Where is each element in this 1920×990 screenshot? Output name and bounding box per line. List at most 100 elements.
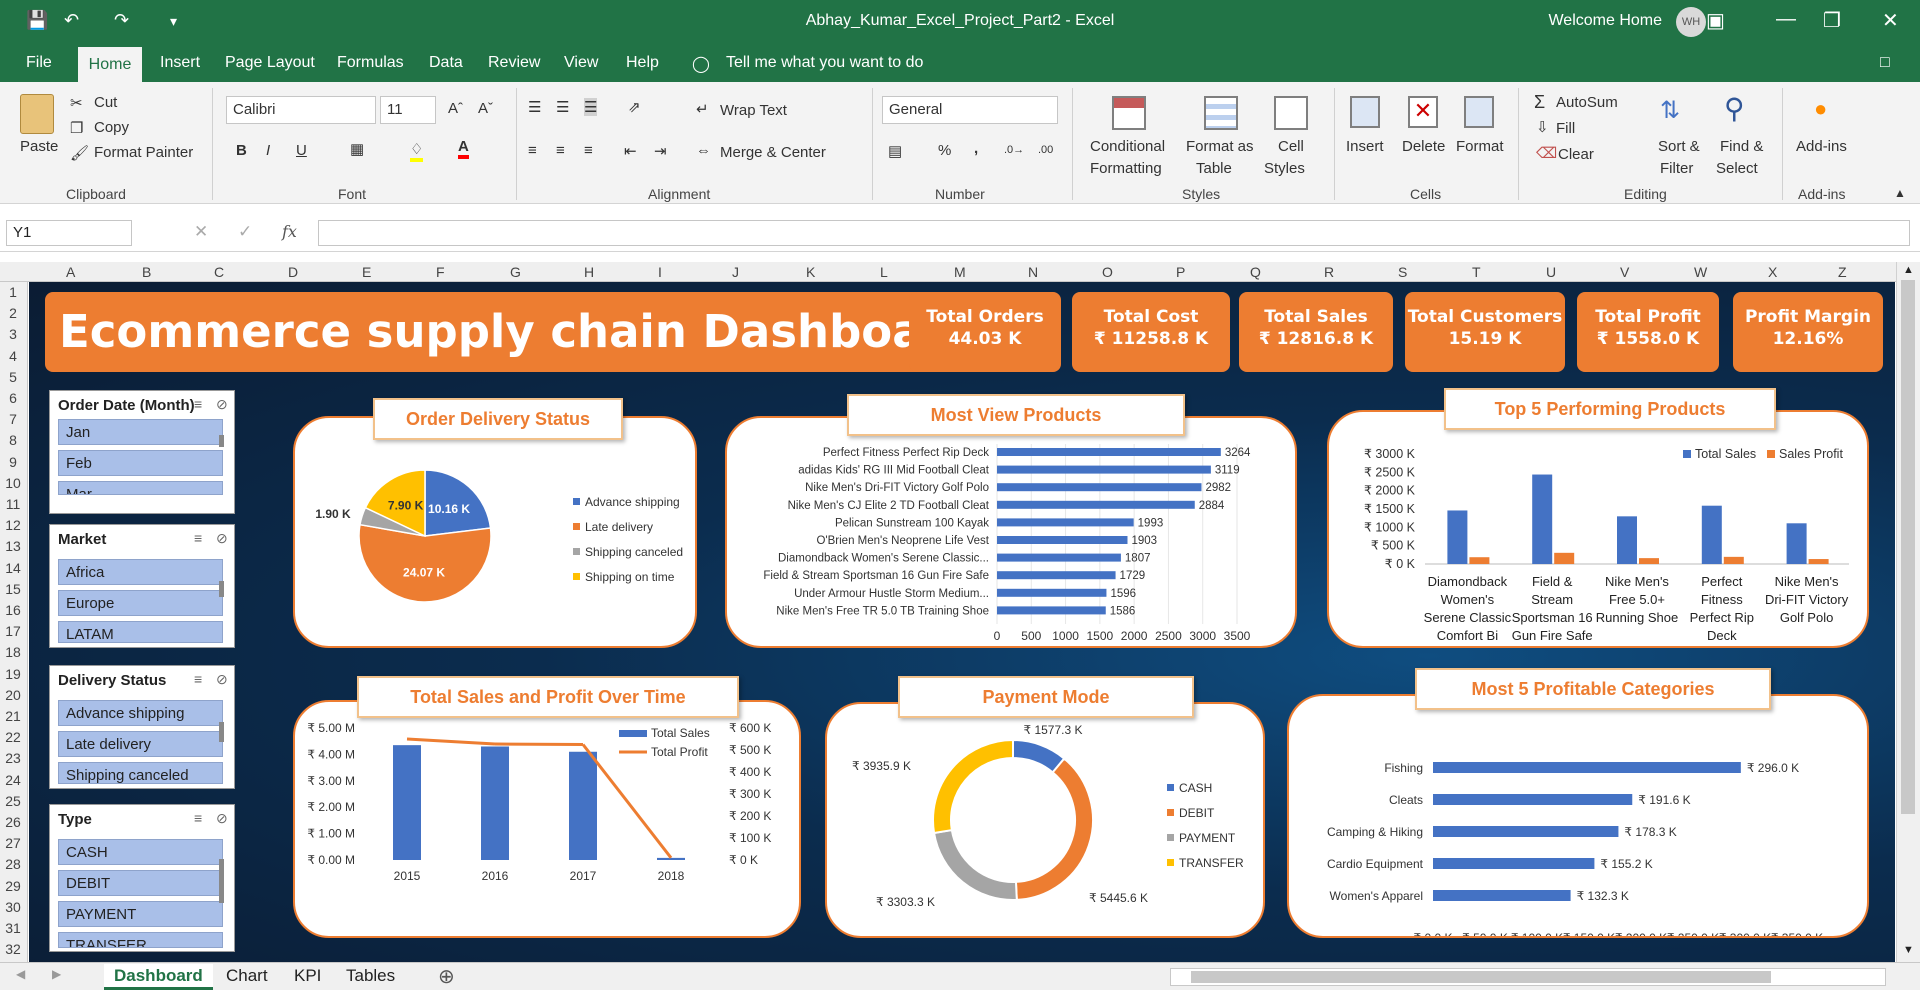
column-header[interactable]: T	[1472, 264, 1481, 280]
sort-filter-label[interactable]: Sort &	[1658, 138, 1700, 155]
format-as-table-label[interactable]: Format as	[1186, 138, 1254, 155]
slicer-item[interactable]: Europe	[58, 590, 223, 616]
align-middle-icon[interactable]: ☰	[556, 98, 569, 116]
cell-styles-icon[interactable]	[1274, 96, 1308, 130]
column-header[interactable]: O	[1102, 264, 1113, 280]
multi-select-icon[interactable]: ≡	[194, 530, 202, 546]
row-header[interactable]: 14	[0, 560, 26, 576]
sheet-tab-dashboard[interactable]: Dashboard	[104, 964, 213, 990]
slicer-scrollbar[interactable]	[219, 435, 224, 447]
wrap-text-icon[interactable]: ↵	[696, 100, 709, 118]
slicer-item[interactable]: DEBIT	[58, 870, 223, 896]
row-header[interactable]: 20	[0, 687, 26, 703]
tab-home[interactable]: Home	[78, 47, 142, 82]
tell-me-search[interactable]: Tell me what you want to do	[726, 54, 923, 72]
align-top-icon[interactable]: ☰	[528, 98, 541, 116]
add-sheet-icon[interactable]: ⊕	[438, 964, 455, 989]
font-size-select[interactable]: 11	[380, 96, 436, 124]
multi-select-icon[interactable]: ≡	[194, 671, 202, 687]
cell-styles-label-2[interactable]: Styles	[1264, 160, 1305, 177]
row-header[interactable]: 10	[0, 475, 26, 491]
column-header[interactable]: C	[214, 264, 224, 280]
grow-font-icon[interactable]: Aˆ	[448, 100, 463, 117]
horizontal-scrollbar[interactable]	[1170, 968, 1886, 986]
row-header[interactable]: 5	[0, 369, 26, 385]
merge-center-button[interactable]: Merge & Center	[720, 144, 826, 161]
find-select-label-2[interactable]: Select	[1716, 160, 1758, 177]
formula-input[interactable]	[318, 220, 1910, 246]
format-painter-button[interactable]: Format Painter	[94, 144, 193, 161]
slicer-market[interactable]: Market ≡ ⊘ Africa Europe LATAM	[49, 524, 235, 648]
tab-file[interactable]: File	[26, 54, 52, 72]
underline-button[interactable]: U	[296, 142, 307, 159]
conditional-formatting-label[interactable]: Conditional	[1090, 138, 1165, 155]
row-header[interactable]: 4	[0, 348, 26, 364]
bold-button[interactable]: B	[236, 142, 247, 159]
slicer-item[interactable]: Advance shipping	[58, 700, 223, 726]
column-header[interactable]: V	[1620, 264, 1629, 280]
slicer-item[interactable]: Late delivery	[58, 731, 223, 757]
sheet-tab-tables[interactable]: Tables	[336, 964, 405, 990]
slicer-item[interactable]: Feb	[58, 450, 223, 476]
slicer-item[interactable]: CASH	[58, 839, 223, 865]
shrink-font-icon[interactable]: Aˇ	[478, 100, 493, 117]
align-bottom-icon[interactable]: ☰	[584, 98, 598, 116]
slicer-type[interactable]: Type ≡ ⊘ CASH DEBIT PAYMENT TRANSFER	[49, 804, 235, 952]
row-header[interactable]: 23	[0, 750, 26, 766]
slicer-delivery-status[interactable]: Delivery Status ≡ ⊘ Advance shipping Lat…	[49, 665, 235, 789]
row-header[interactable]: 16	[0, 602, 26, 618]
sort-filter-label-2[interactable]: Filter	[1660, 160, 1693, 177]
row-header[interactable]: 9	[0, 454, 26, 470]
insert-cells-button[interactable]: Insert	[1346, 138, 1384, 155]
column-header[interactable]: K	[806, 264, 815, 280]
row-header[interactable]: 13	[0, 538, 26, 554]
row-header[interactable]: 32	[0, 941, 26, 957]
collapse-ribbon-icon[interactable]: ▲	[1894, 186, 1906, 200]
sheet-tab-kpi[interactable]: KPI	[284, 964, 331, 990]
tab-insert[interactable]: Insert	[160, 54, 200, 72]
format-cells-icon[interactable]	[1464, 96, 1494, 128]
number-format-select[interactable]: General	[882, 96, 1058, 124]
column-header[interactable]: G	[510, 264, 521, 280]
row-header[interactable]: 1	[0, 284, 26, 300]
clear-filter-icon[interactable]: ⊘	[216, 396, 228, 413]
format-cells-button[interactable]: Format	[1456, 138, 1504, 155]
font-color-icon[interactable]: A	[458, 138, 469, 159]
wrap-text-button[interactable]: Wrap Text	[720, 102, 787, 119]
clear-icon[interactable]: ⌫	[1536, 144, 1557, 162]
fill-button[interactable]: Fill	[1556, 120, 1575, 137]
column-header[interactable]: P	[1176, 264, 1185, 280]
column-header[interactable]: L	[880, 264, 888, 280]
fill-icon[interactable]: ⇩	[1536, 118, 1549, 136]
column-header[interactable]: M	[954, 264, 966, 280]
font-name-select[interactable]: Calibri	[226, 96, 376, 124]
tab-data[interactable]: Data	[429, 54, 463, 72]
prev-sheet-icon[interactable]: ◀	[16, 967, 25, 981]
slicer-item[interactable]: PAYMENT	[58, 901, 223, 927]
column-header[interactable]: Q	[1250, 264, 1261, 280]
row-header[interactable]: 25	[0, 793, 26, 809]
column-header[interactable]: E	[362, 264, 371, 280]
align-center-icon[interactable]: ≡	[556, 142, 565, 159]
clear-filter-icon[interactable]: ⊘	[216, 671, 228, 688]
avatar[interactable]: WH	[1676, 7, 1706, 37]
slicer-scrollbar[interactable]	[219, 722, 224, 742]
cell-styles-label[interactable]: Cell	[1278, 138, 1304, 155]
multi-select-icon[interactable]: ≡	[194, 810, 202, 826]
name-box[interactable]: Y1	[6, 220, 132, 246]
borders-icon[interactable]: ▦	[350, 140, 364, 158]
row-header[interactable]: 7	[0, 411, 26, 427]
align-right-icon[interactable]: ≡	[584, 142, 593, 159]
conditional-formatting-label-2[interactable]: Formatting	[1090, 160, 1162, 177]
tab-formulas[interactable]: Formulas	[337, 54, 404, 72]
column-header[interactable]: B	[142, 264, 151, 280]
column-header[interactable]: S	[1398, 264, 1407, 280]
column-header[interactable]: I	[658, 264, 662, 280]
row-header[interactable]: 27	[0, 835, 26, 851]
fill-color-icon[interactable]: ♢	[410, 140, 424, 162]
row-header[interactable]: 12	[0, 517, 26, 533]
cut-button[interactable]: Cut	[94, 94, 117, 111]
comments-icon[interactable]: □	[1880, 54, 1890, 72]
add-ins-icon[interactable]: ●	[1814, 96, 1827, 122]
copy-button[interactable]: Copy	[94, 119, 129, 136]
